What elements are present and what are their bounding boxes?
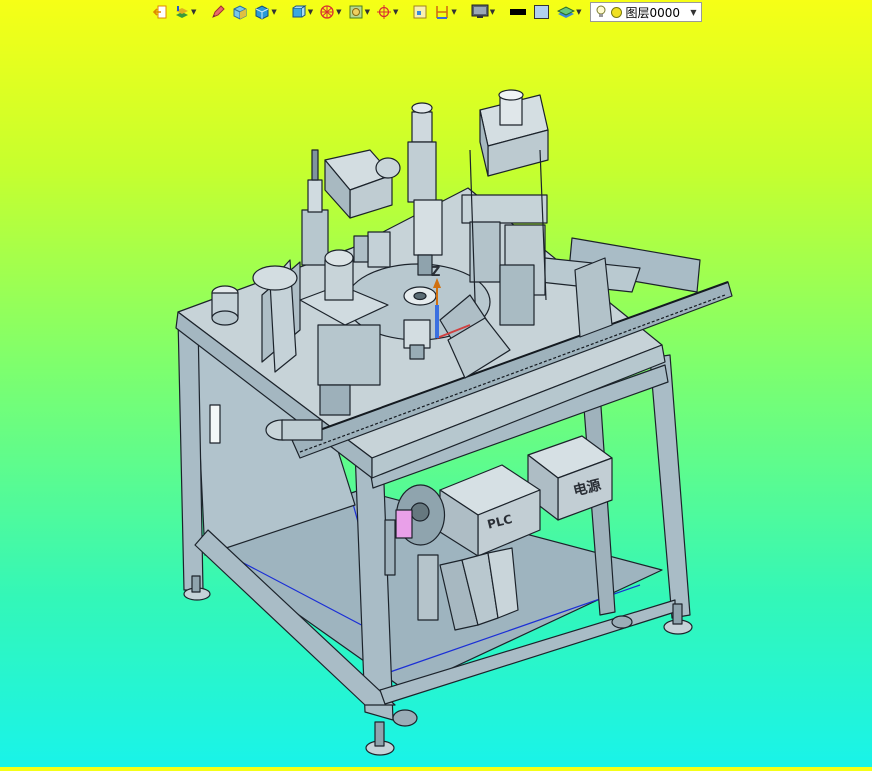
pink-component [395,509,413,539]
blue-cube-icon [255,5,269,20]
layers-stack-button[interactable]: ▼ [172,2,198,22]
bearing-cup [211,285,239,326]
cube-view-button[interactable]: ▼ [289,2,315,22]
frame-box-icon [413,5,427,19]
exit-button[interactable] [150,2,170,22]
layer-plane-button[interactable]: ▼ [555,2,583,22]
monitor-icon [471,4,489,18]
chevron-down-icon: ▼ [364,7,370,16]
layers-stack-icon [176,6,188,18]
small-block [353,231,391,268]
sphere-wire-button[interactable]: ▼ [317,2,343,22]
hopper-bowl [252,265,298,291]
fill-color-button[interactable] [531,2,553,22]
caster-wheel [392,709,418,727]
frame-box-button[interactable] [410,2,430,22]
line-color-icon [510,9,527,15]
shaded-cube-icon [233,5,247,20]
image-view-icon [349,5,363,19]
sun-icon [610,6,622,18]
fill-color-icon [534,5,550,19]
target-axis-button[interactable]: ▼ [374,2,400,22]
dimension-button[interactable]: ▼ [432,2,458,22]
servo-station-right [461,89,549,331]
image-view-button[interactable]: ▼ [346,2,372,22]
chevron-down-icon: ▼ [307,7,314,16]
conveyor-cylinder [265,419,323,441]
chevron-down-icon: ▼ [336,7,342,16]
chevron-down-icon: ▼ [489,7,496,16]
chevron-down-icon: ▼ [576,7,582,16]
chevron-down-icon: ▼ [392,7,399,16]
frame-leg [649,354,691,619]
target-axis-icon [376,5,391,19]
cable-duct [417,554,439,621]
blue-cube-button[interactable]: ▼ [252,2,278,22]
exit-icon [152,5,167,19]
cube-view-icon [292,5,307,18]
layer-select[interactable]: 图层0000 ▼ [589,2,702,22]
caster-wheel [611,615,633,629]
sphere-wire-icon [320,5,334,19]
feeder-rail [539,237,701,293]
chevron-down-icon: ▼ [271,7,277,16]
leveling-foot [365,721,395,756]
cad-viewport[interactable]: Z PLC 电源 [0,24,872,767]
layer-name: 图层0000 [625,5,681,20]
cylinder-station-left [324,149,401,219]
monitor-button[interactable]: ▼ [469,2,497,22]
line-color-button[interactable] [507,2,529,22]
axis-z-label: Z [431,265,440,280]
machine-model: Z PLC 电源 [175,89,733,756]
dimension-icon [436,6,449,19]
chevron-down-icon: ▼ [690,7,697,17]
light-bulb-icon [596,5,606,17]
shaded-cube-button[interactable] [230,2,250,22]
pencil-button[interactable] [208,2,228,22]
main-toolbar: ▼ ▼ ▼ ▼ ▼ ▼ ▼ ▼ ▼ 图层0000 ▼ [150,0,750,24]
chevron-down-icon: ▼ [451,7,457,16]
chevron-down-icon: ▼ [191,7,197,16]
pencil-icon [212,5,226,18]
layer-plane-icon [557,6,576,18]
tall-plate-right [574,257,613,338]
